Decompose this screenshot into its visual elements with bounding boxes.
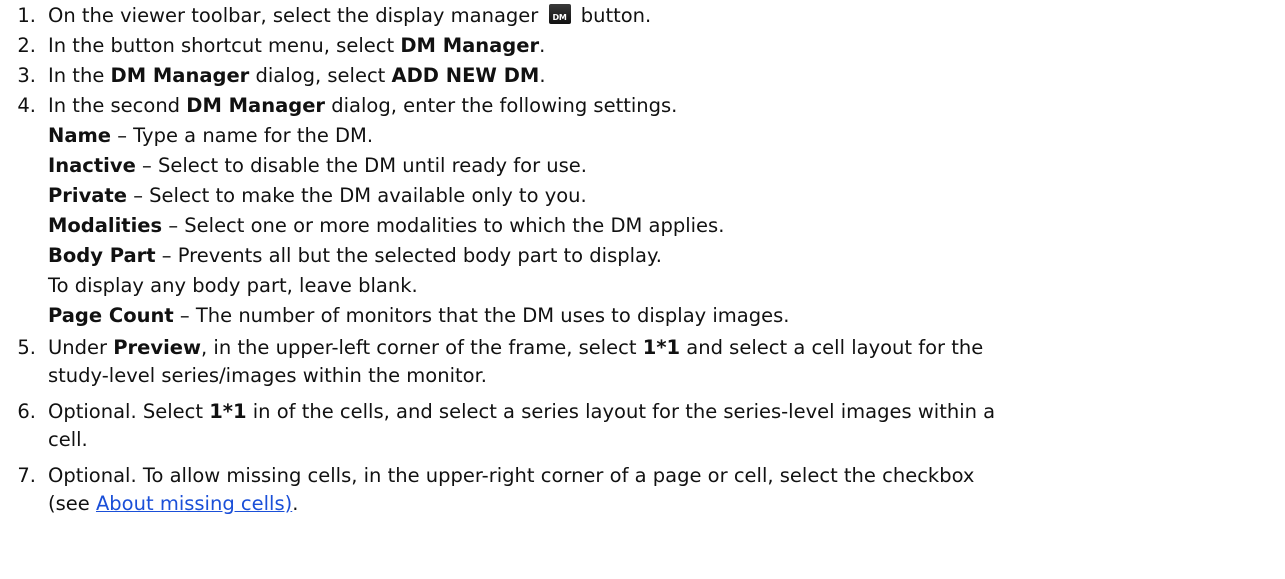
display-manager-icon: DM bbox=[548, 4, 571, 24]
step-text: button. bbox=[580, 4, 652, 27]
step-6-continuation: cell. bbox=[48, 428, 88, 451]
step-number: 3. bbox=[17, 64, 36, 87]
step-7-continuation: (see About missing cells). bbox=[48, 492, 299, 515]
setting-body-part: Body Part – Prevents all but the selecte… bbox=[48, 244, 662, 267]
ui-term: Preview bbox=[113, 336, 202, 359]
step-text: On the viewer toolbar, select the displa… bbox=[48, 4, 539, 27]
ui-term: DM Manager bbox=[110, 64, 250, 87]
step-5-continuation: study-level series/images within the mon… bbox=[48, 364, 488, 387]
ui-term: 1*1 bbox=[642, 336, 681, 359]
setting-inactive: Inactive – Select to disable the DM unti… bbox=[48, 154, 587, 177]
setting-page-count: Page Count – The number of monitors that… bbox=[48, 304, 790, 327]
step-number: 1. bbox=[17, 4, 36, 27]
instruction-document: 1. On the viewer toolbar, select the dis… bbox=[0, 0, 1285, 579]
ui-term: ADD NEW DM bbox=[391, 64, 540, 87]
setting-modalities: Modalities – Select one or more modaliti… bbox=[48, 214, 725, 237]
step-number: 6. bbox=[17, 400, 36, 423]
step-number: 7. bbox=[17, 464, 36, 487]
step-number: 4. bbox=[17, 94, 36, 117]
setting-private: Private – Select to make the DM availabl… bbox=[48, 184, 587, 207]
ui-term: DM Manager bbox=[186, 94, 326, 117]
ui-term: 1*1 bbox=[209, 400, 247, 423]
setting-name: Name – Type a name for the DM. bbox=[48, 124, 374, 147]
ui-term: DM Manager bbox=[400, 34, 540, 57]
step-number: 2. bbox=[17, 34, 36, 57]
about-missing-cells-link[interactable]: About missing cells) bbox=[96, 492, 292, 515]
setting-body-part-note: To display any body part, leave blank. bbox=[48, 274, 418, 297]
step-number: 5. bbox=[17, 336, 36, 359]
